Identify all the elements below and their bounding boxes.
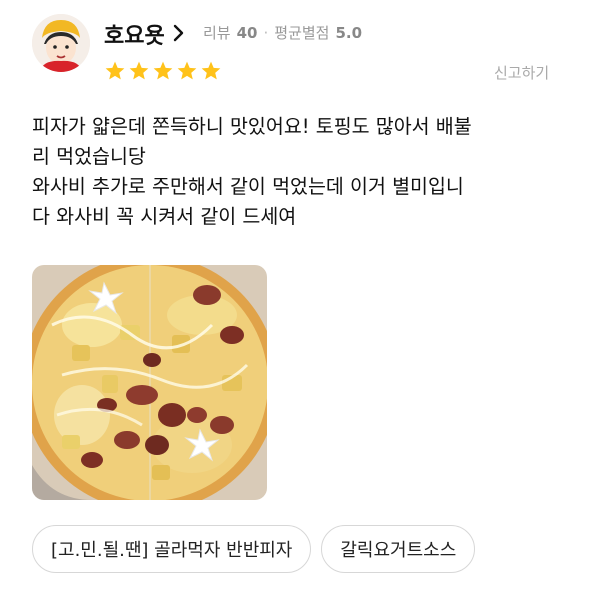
avg-rating-label: 평균별점 (274, 24, 330, 42)
avatar-illustration (32, 14, 90, 72)
star-rating (104, 60, 222, 82)
menu-tag[interactable]: [고.민.될.땐] 골라먹자 반반피자 (32, 525, 312, 573)
reviewer-header[interactable]: 호요욧 (104, 18, 185, 50)
reviews-label: 리뷰 (203, 24, 231, 42)
report-button[interactable]: 신고하기 (494, 62, 549, 83)
review-line: 피자가 얇은데 쫀득하니 맛있어요! 토핑도 많아서 배불 (32, 115, 472, 138)
star-icon (153, 61, 173, 80)
separator-dot: · (263, 23, 269, 42)
star-icon (105, 61, 125, 80)
review-line: 리 먹었습니당 (32, 145, 146, 168)
review-line: 와사비 추가로 주만해서 같이 먹었는데 이거 별미입니 (32, 175, 464, 198)
star-icon (177, 61, 197, 80)
menu-tag[interactable]: 갈릭요거트소스 (321, 525, 476, 573)
reviewer-avatar[interactable] (32, 14, 90, 72)
star-icon (201, 61, 221, 80)
menu-tags: [고.민.될.땐] 골라먹자 반반피자 갈릭요거트소스 (32, 525, 476, 573)
avg-rating-value: 5.0 (335, 23, 363, 42)
reviewer-name[interactable]: 호요욧 (104, 18, 165, 50)
review-photo[interactable] (32, 265, 267, 500)
reviewer-stats: 리뷰 40 · 평균별점 5.0 (203, 22, 362, 43)
chevron-right-icon[interactable] (173, 24, 185, 45)
review-body: 피자가 얇은데 쫀득하니 맛있어요! 토핑도 많아서 배불 리 먹었습니당 와사… (32, 112, 572, 232)
pizza-image (32, 265, 267, 500)
review-line: 다 와사비 꼭 시켜서 같이 드세여 (32, 205, 297, 228)
reviews-count: 40 (236, 23, 258, 42)
star-icon (129, 61, 149, 80)
